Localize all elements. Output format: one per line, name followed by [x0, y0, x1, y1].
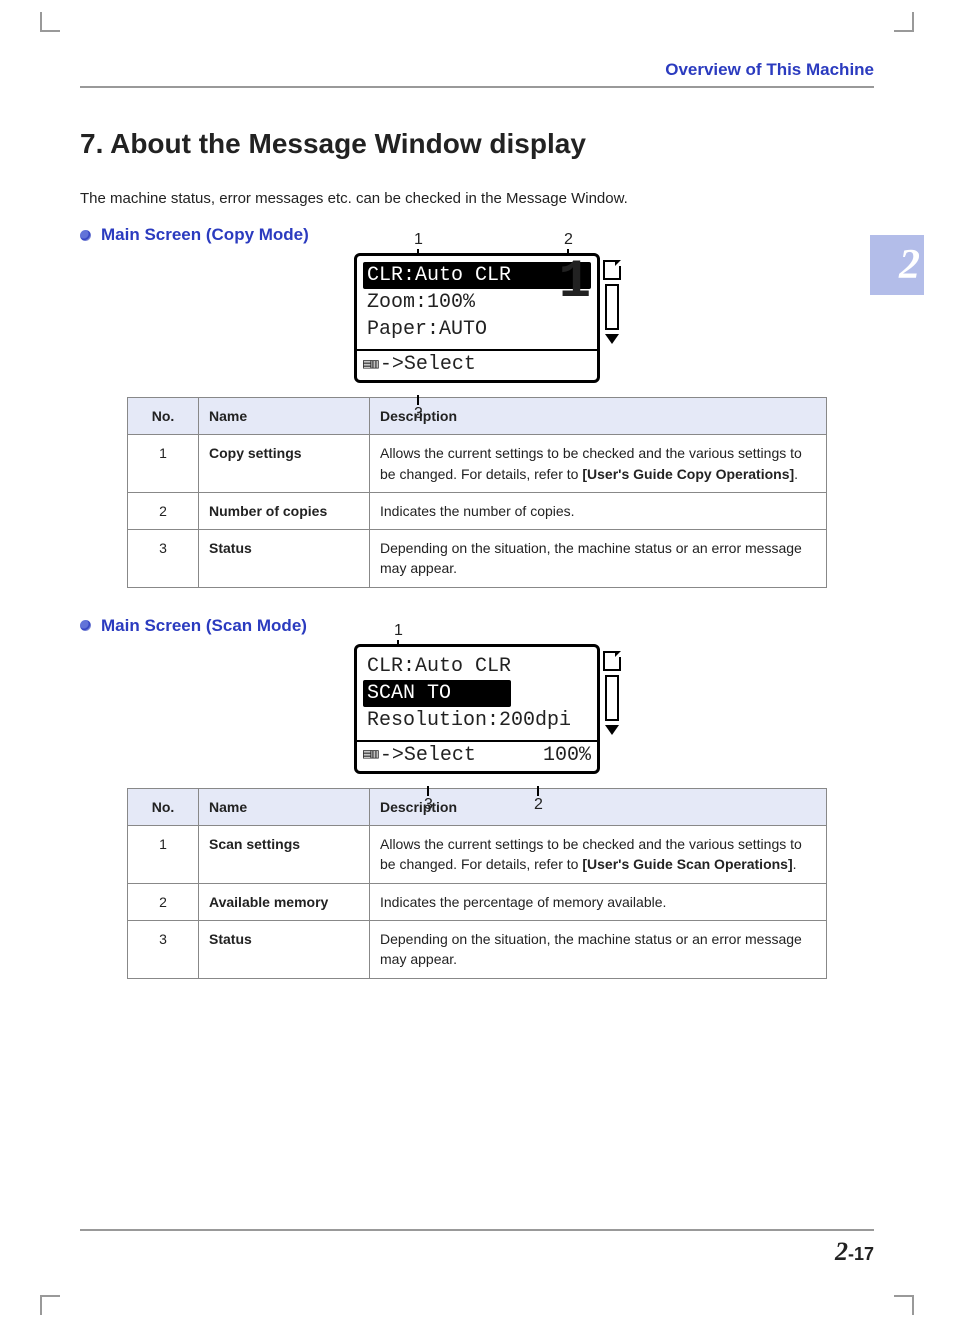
subheading-copy-mode: Main Screen (Copy Mode) [80, 225, 874, 245]
callout-1: 1 [414, 231, 423, 249]
page-title: 7. About the Message Window display [80, 128, 874, 160]
crop-mark [40, 1295, 42, 1315]
crop-mark [40, 30, 60, 32]
cell-desc: Indicates the percentage of memory avail… [370, 883, 827, 920]
scroll-bar-icon [605, 284, 619, 330]
cell-no: 2 [128, 883, 199, 920]
crop-mark [894, 30, 914, 32]
down-triangle-icon [605, 334, 619, 344]
crop-mark [894, 1295, 914, 1297]
footer-page: 17 [854, 1244, 874, 1264]
memory-percent: 100% [543, 744, 591, 767]
scan-panel-figure: 1 2 3 CLR:Auto CLR SCAN TO [80, 644, 874, 774]
status-text: ->Select [380, 744, 476, 767]
cell-desc: Allows the current settings to be checke… [370, 435, 827, 493]
cell-desc: Indicates the number of copies. [370, 492, 827, 529]
status-text: ->Select [380, 353, 476, 376]
nav-keys-icon: ▤▥ [363, 358, 378, 372]
scan-table: No. Name Description 1 Scan settings All… [127, 788, 827, 979]
copies-big-number: 1 [559, 256, 591, 310]
cell-name: Status [199, 920, 370, 978]
callout-1: 1 [394, 622, 403, 640]
running-title: Overview of This Machine [80, 60, 874, 88]
lcd-line-1: CLR:Auto CLR [363, 653, 591, 680]
crop-mark [40, 12, 42, 32]
page: Overview of This Machine 2 7. About the … [0, 0, 954, 1327]
lcd-line-2: Zoom:100% [363, 289, 591, 316]
table-row: 2 Available memory Indicates the percent… [128, 883, 827, 920]
nav-keys-icon: ▤▥ [363, 748, 378, 762]
copy-table: No. Name Description 1 Copy settings All… [127, 397, 827, 588]
crop-mark [912, 12, 914, 32]
cell-desc: Depending on the situation, the machine … [370, 530, 827, 588]
copy-panel-figure: 1 2 3 CLR:Auto CLR Zoom:100% [80, 253, 874, 383]
cell-no: 1 [128, 435, 199, 493]
lcd-screen: CLR:Auto CLR Zoom:100% Paper:AUTO 1 ▤▥ -… [354, 253, 600, 383]
cell-desc: Allows the current settings to be checke… [370, 826, 827, 884]
cell-no: 1 [128, 826, 199, 884]
th-desc: Description [370, 398, 827, 435]
cell-no: 3 [128, 920, 199, 978]
subheading-scan-mode: Main Screen (Scan Mode) [80, 616, 874, 636]
th-desc: Description [370, 788, 827, 825]
th-name: Name [199, 788, 370, 825]
lcd-line-3: Resolution:200dpi [363, 707, 591, 734]
cell-name: Number of copies [199, 492, 370, 529]
cell-name: Status [199, 530, 370, 588]
table-row: 3 Status Depending on the situation, the… [128, 920, 827, 978]
subheading-label: Main Screen (Copy Mode) [101, 225, 309, 245]
th-no: No. [128, 788, 199, 825]
lcd-line-1: CLR:Auto CLR [363, 262, 591, 289]
bullet-icon [80, 620, 91, 631]
lcd-status-line: ▤▥ ->Select [357, 351, 597, 380]
cell-name: Available memory [199, 883, 370, 920]
table-row: 3 Status Depending on the situation, the… [128, 530, 827, 588]
lcd-side-icons [601, 651, 623, 735]
document-icon [603, 260, 621, 280]
scroll-bar-icon [605, 675, 619, 721]
subheading-label: Main Screen (Scan Mode) [101, 616, 307, 636]
callout-2: 2 [534, 796, 543, 814]
footer-chapter: 2 [835, 1237, 848, 1266]
cell-no: 2 [128, 492, 199, 529]
callout-3: 3 [414, 405, 423, 423]
cell-name: Copy settings [199, 435, 370, 493]
cell-name: Scan settings [199, 826, 370, 884]
callout-2: 2 [564, 231, 573, 249]
crop-mark [40, 1295, 60, 1297]
lcd-line-2: SCAN TO [363, 680, 511, 707]
th-no: No. [128, 398, 199, 435]
crop-mark [912, 1295, 914, 1315]
lcd-status-line: ▤▥ ->Select 100% [357, 742, 597, 771]
table-row: 2 Number of copies Indicates the number … [128, 492, 827, 529]
document-icon [603, 651, 621, 671]
table-row: 1 Scan settings Allows the current setti… [128, 826, 827, 884]
bullet-icon [80, 230, 91, 241]
table-row: 1 Copy settings Allows the current setti… [128, 435, 827, 493]
chapter-tab: 2 [870, 235, 924, 295]
callout-3: 3 [424, 796, 433, 814]
intro-text: The machine status, error messages etc. … [80, 190, 874, 207]
cell-desc: Depending on the situation, the machine … [370, 920, 827, 978]
lcd-side-icons [601, 260, 623, 344]
th-name: Name [199, 398, 370, 435]
lcd-line-3: Paper:AUTO [363, 316, 591, 343]
lcd-screen: CLR:Auto CLR SCAN TO Resolution:200dpi ▤… [354, 644, 600, 774]
cell-no: 3 [128, 530, 199, 588]
down-triangle-icon [605, 725, 619, 735]
page-footer: 2-17 [80, 1229, 874, 1267]
